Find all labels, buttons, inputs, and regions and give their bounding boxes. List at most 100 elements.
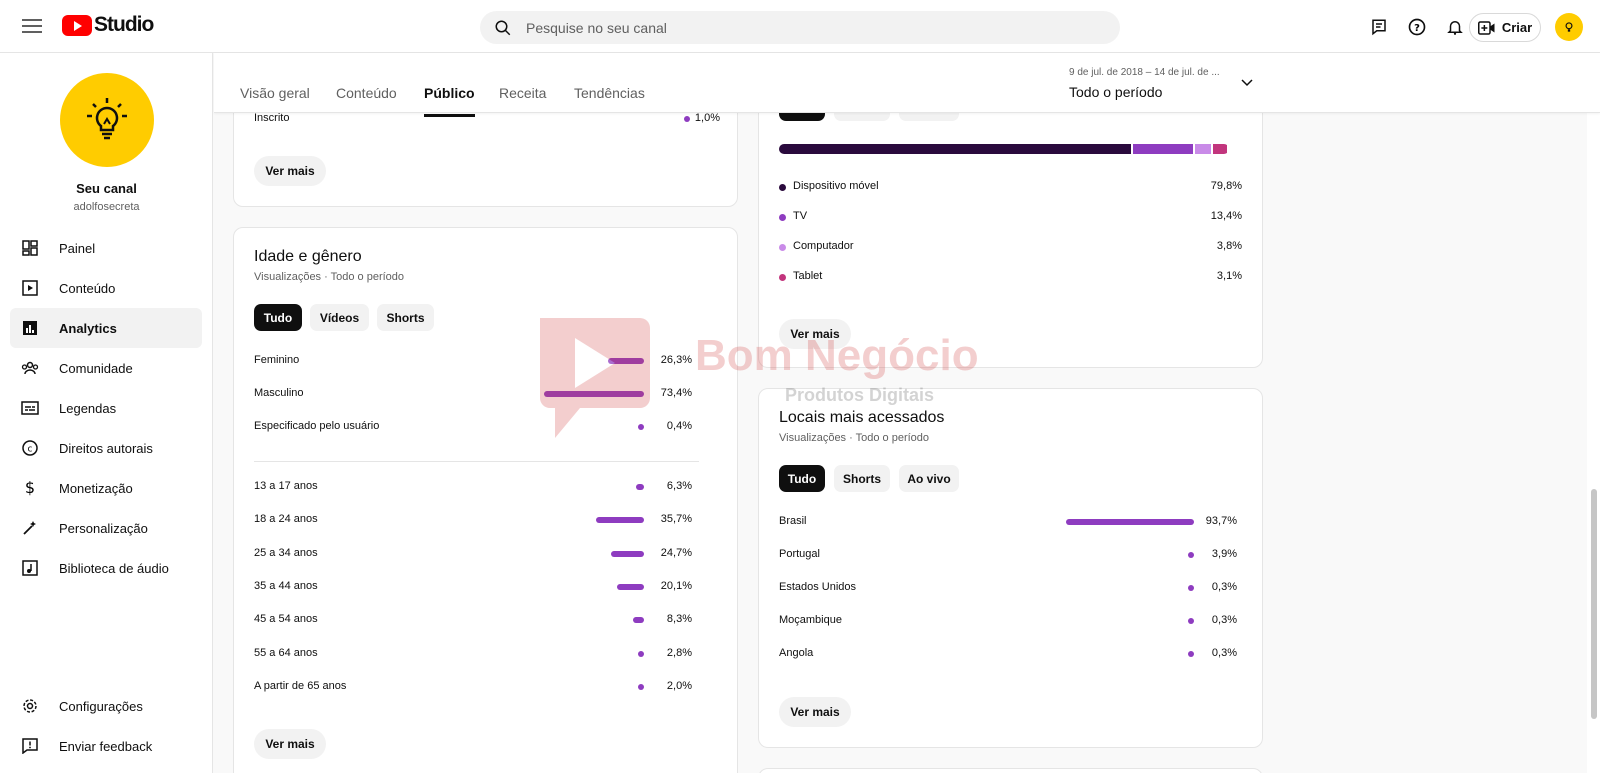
sidebar-item-enviar-feedback[interactable]: Enviar feedback: [10, 726, 202, 766]
card-title: Idade e gênero: [254, 248, 362, 265]
list-item: Moçambique 0,3%: [779, 614, 1244, 630]
row-value: 0,3%: [1211, 581, 1237, 593]
list-item: 25 a 34 anos 24,7%: [254, 547, 719, 563]
row-value: 2,8%: [666, 646, 692, 659]
row-value: 35,7%: [660, 513, 692, 526]
row-label: Computador: [793, 240, 854, 252]
list-item: 55 a 64 anos 2,8%: [254, 647, 719, 663]
card-subtitle: Visualizações · Todo o período: [254, 271, 405, 283]
stacked-bar-segment: [779, 144, 1132, 154]
sidebar-item-personalizacao[interactable]: Personalização: [10, 508, 202, 548]
studio-logo[interactable]: Studio: [62, 13, 154, 37]
list-item: Estados Unidos 0,3%: [779, 581, 1244, 597]
analytics-icon: [21, 319, 39, 337]
sidebar-item-configuracoes[interactable]: Configurações: [10, 686, 202, 726]
filter-chip-ao-vivo[interactable]: Ao vivo: [899, 465, 959, 492]
list-item: Tablet 3,1%: [779, 270, 1244, 286]
row-label: Angola: [779, 647, 814, 659]
menu-icon[interactable]: [20, 16, 44, 36]
sidebar-item-painel[interactable]: Painel: [10, 228, 202, 268]
row-label: A partir de 65 anos: [254, 679, 347, 692]
sidebar-item-legendas[interactable]: Legendas: [10, 388, 202, 428]
row-value: 0,3%: [1211, 647, 1237, 659]
row-value: 13,4%: [1210, 210, 1242, 222]
search-bar[interactable]: [480, 11, 1120, 44]
filter-chip-shorts[interactable]: Shorts: [834, 465, 890, 492]
row-label: 55 a 64 anos: [254, 646, 318, 659]
page-scrollbar[interactable]: [1587, 53, 1600, 773]
filter-chip-videos[interactable]: Vídeos: [310, 304, 369, 331]
stacked-bar-segment: [1194, 144, 1212, 154]
row-label: Especificado pelo usuário: [254, 420, 380, 432]
svg-text:c: c: [28, 445, 33, 455]
row-value: 8,3%: [666, 613, 692, 626]
tab-visao-geral[interactable]: Visão geral: [240, 85, 310, 101]
list-item: Portugal 3,9%: [779, 548, 1244, 564]
value-bar: [1188, 552, 1194, 558]
sidebar-item-label: Direitos autorais: [59, 440, 153, 456]
row-value: 6,3%: [666, 480, 692, 492]
list-item: Angola 0,3%: [779, 647, 1244, 663]
list-item: 45 a 54 anos 8,3%: [254, 613, 719, 629]
stacked-bar-segment: [1133, 144, 1193, 154]
sidebar-item-analytics[interactable]: Analytics: [10, 308, 202, 348]
value-bar: [1188, 585, 1194, 591]
see-more-button[interactable]: Ver mais: [779, 319, 851, 349]
list-item: TV 13,4%: [779, 210, 1244, 226]
channel-avatar[interactable]: [60, 73, 154, 167]
scrollbar-thumb[interactable]: [1591, 489, 1597, 719]
settings-icon: [21, 697, 39, 715]
sidebar-item-monetizacao[interactable]: $ Monetização: [10, 468, 202, 508]
dashboard-icon: [21, 239, 39, 257]
customization-icon: [21, 519, 39, 537]
sidebar-item-label: Conteúdo: [59, 280, 116, 296]
top-bar: Studio ? Criar: [0, 0, 1600, 53]
help-icon[interactable]: ?: [1404, 14, 1430, 40]
notifications-icon[interactable]: [1442, 14, 1468, 40]
sidebar-item-comunidade[interactable]: Comunidade: [10, 348, 202, 388]
row-label: Portugal: [779, 548, 820, 560]
row-label: 45 a 54 anos: [254, 613, 318, 626]
youtube-logo-icon: [62, 14, 92, 36]
tab-publico[interactable]: Público: [424, 85, 475, 117]
messages-icon[interactable]: [1366, 14, 1392, 40]
sidebar-item-label: Comunidade: [59, 360, 133, 376]
svg-text:?: ?: [1414, 23, 1420, 34]
row-value: 2,0%: [666, 679, 692, 692]
filter-chip-tudo[interactable]: Tudo: [254, 304, 302, 331]
tab-tendencias[interactable]: Tendências: [574, 85, 645, 101]
sidebar-item-direitos-autorais[interactable]: c Direitos autorais: [10, 428, 202, 468]
age-gender-card: Idade e gênero Visualizações · Todo o pe…: [233, 227, 738, 773]
create-button[interactable]: Criar: [1469, 13, 1541, 42]
create-label: Criar: [1501, 20, 1533, 35]
see-more-button[interactable]: Ver mais: [254, 156, 326, 186]
sidebar-item-biblioteca-audio[interactable]: Biblioteca de áudio: [10, 548, 202, 588]
value-bar: [633, 617, 644, 624]
filter-chip-tudo[interactable]: Tudo: [779, 465, 825, 492]
feedback-icon: [21, 737, 39, 755]
create-video-icon: [1477, 20, 1495, 35]
chevron-down-icon[interactable]: [1241, 79, 1253, 87]
tab-conteudo[interactable]: Conteúdo: [336, 85, 397, 101]
legend-dot: [779, 214, 786, 221]
account-avatar[interactable]: [1555, 13, 1583, 41]
filter-chip-shorts[interactable]: Shorts: [377, 304, 434, 331]
search-input[interactable]: [526, 19, 1086, 36]
card-title: Locais mais acessados: [779, 409, 945, 426]
row-label: Feminino: [254, 354, 300, 366]
sidebar-item-conteudo[interactable]: Conteúdo: [10, 268, 202, 308]
sidebar-item-label: Legendas: [59, 400, 117, 416]
period-selector[interactable]: 9 de jul. de 2018 – 14 de jul. de ... To…: [1069, 67, 1269, 100]
period-range: 9 de jul. de 2018 – 14 de jul. de ...: [1069, 67, 1220, 78]
row-value: 73,4%: [660, 387, 692, 399]
row-label: TV: [793, 210, 808, 222]
next-card: [758, 768, 1263, 773]
see-more-button[interactable]: Ver mais: [779, 697, 851, 727]
see-more-button[interactable]: Ver mais: [254, 729, 326, 759]
tab-receita[interactable]: Receita: [499, 85, 546, 101]
legend-dot: [779, 274, 786, 281]
sidebar-item-label: Biblioteca de áudio: [59, 560, 169, 576]
monetization-icon: $: [21, 479, 39, 497]
row-value: 24,7%: [660, 546, 692, 559]
list-item: Dispositivo móvel 79,8%: [779, 180, 1244, 196]
